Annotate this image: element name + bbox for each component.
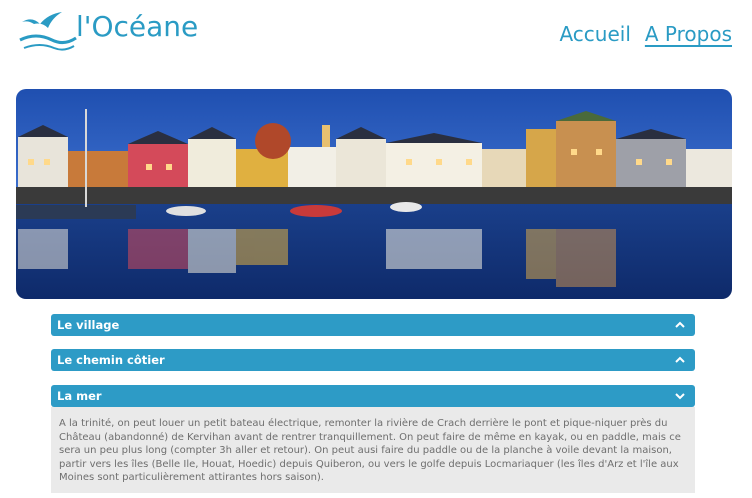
accordion-header-chemin-cotier[interactable]: Le chemin côtier: [51, 349, 695, 371]
main-nav: Accueil A Propos: [559, 22, 732, 46]
accordion-header-village[interactable]: Le village: [51, 314, 695, 336]
accordion-chemin-cotier: Le chemin côtier: [51, 349, 695, 371]
accordion-title: Le chemin côtier: [57, 353, 165, 367]
hero-image: [16, 89, 732, 299]
nav-link-a-propos[interactable]: A Propos: [645, 22, 732, 46]
nav-link-accueil[interactable]: Accueil: [559, 22, 630, 46]
brand-name: l'Océane: [76, 10, 199, 43]
accordion-body-la-mer: A la trinité, on peut louer un petit bat…: [51, 407, 695, 493]
chevron-down-icon: [675, 393, 685, 400]
accordion-title: La mer: [57, 389, 102, 403]
accordion-title: Le village: [57, 318, 120, 332]
site-logo[interactable]: l'Océane: [18, 6, 198, 56]
accordion-village: Le village: [51, 314, 695, 336]
harbor-panorama: [16, 89, 732, 299]
seagull-wave-icon: [19, 12, 77, 51]
accordion-header-la-mer[interactable]: La mer: [51, 385, 695, 407]
chevron-up-icon: [675, 356, 685, 363]
chevron-up-icon: [675, 321, 685, 328]
accordion-la-mer: La mer A la trinité, on peut louer un pe…: [51, 385, 695, 493]
